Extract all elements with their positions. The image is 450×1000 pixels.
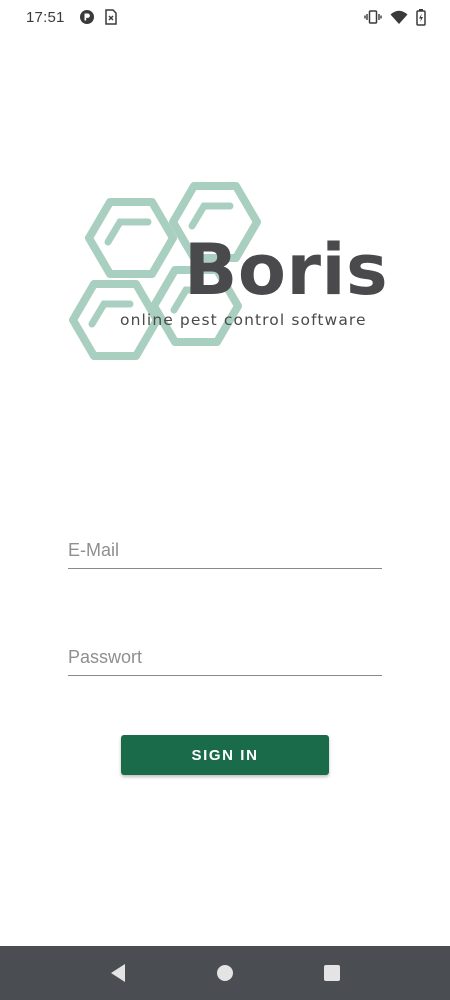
brand-name: Boris <box>184 229 389 311</box>
back-button[interactable] <box>98 953 138 993</box>
brand-tagline: online pest control software <box>120 311 367 329</box>
sign-in-button[interactable]: SIGN IN <box>121 735 329 775</box>
back-icon <box>110 964 125 982</box>
status-bar: 17:51 <box>0 0 450 34</box>
sim-card-icon <box>104 9 117 25</box>
vibrate-icon <box>364 9 382 25</box>
email-field-container <box>68 529 382 569</box>
status-right-icons <box>364 8 426 26</box>
home-icon <box>216 965 233 981</box>
password-field-container <box>68 636 382 676</box>
wifi-icon <box>390 10 408 25</box>
app-notification-icon <box>79 9 95 25</box>
login-screen: 17:51 Boris online pest control software… <box>0 0 450 1000</box>
system-nav-bar <box>0 946 450 1000</box>
recents-button[interactable] <box>312 953 352 993</box>
boris-logo: Boris online pest control software <box>56 172 396 384</box>
password-field[interactable] <box>68 636 382 675</box>
email-field[interactable] <box>68 529 382 568</box>
battery-charging-icon <box>416 8 426 26</box>
home-button[interactable] <box>205 953 245 993</box>
recents-icon <box>324 965 341 981</box>
status-time: 17:51 <box>26 8 65 26</box>
status-left-icons <box>79 9 117 25</box>
